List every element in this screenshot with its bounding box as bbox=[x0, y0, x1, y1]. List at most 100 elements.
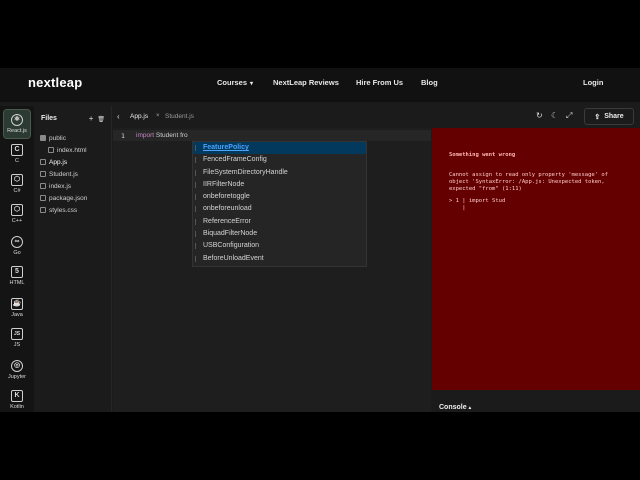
console-text: Console bbox=[439, 404, 467, 411]
error-message: Cannot assign to read only property 'mes… bbox=[449, 172, 608, 192]
suggestion-item[interactable]: BiquadFilterNode bbox=[193, 228, 366, 240]
suggestion-item[interactable]: FeaturePolicy bbox=[193, 142, 366, 155]
error-code-frame: > 1 | import Stud | bbox=[449, 198, 506, 211]
tree-item-index-js[interactable]: index.js bbox=[40, 180, 110, 192]
c-icon: C bbox=[11, 144, 23, 156]
delete-icon[interactable]: 🗑 bbox=[97, 117, 105, 123]
tree-item-label: public bbox=[49, 134, 66, 142]
folder-icon bbox=[40, 135, 46, 141]
lang-label: JS bbox=[13, 342, 21, 348]
lang-cpp[interactable]: ⬡ C++ bbox=[4, 200, 30, 228]
js-icon: JS bbox=[11, 328, 23, 340]
tree-item-app-js[interactable]: App.js bbox=[40, 156, 110, 168]
nav-courses[interactable]: Courses ▾ bbox=[217, 78, 253, 87]
tab-student-js[interactable]: Student.js bbox=[165, 113, 194, 120]
suggestion-item[interactable]: USBConfiguration bbox=[193, 240, 366, 252]
suggestion-item[interactable]: FileSystemDirectoryHandle bbox=[193, 167, 366, 179]
line-number: 1 bbox=[121, 132, 125, 140]
lang-label: HTML bbox=[9, 280, 25, 286]
lang-js[interactable]: JS JS bbox=[4, 324, 30, 352]
tree-item-label: App.js bbox=[49, 158, 68, 166]
file-icon bbox=[40, 207, 46, 213]
top-nav: nextleap Courses ▾ NextLeap Reviews Hire … bbox=[0, 68, 640, 102]
app-window: nextleap Courses ▾ NextLeap Reviews Hire … bbox=[0, 68, 640, 412]
lang-csharp[interactable]: ⬡ C# bbox=[4, 170, 30, 198]
file-icon bbox=[40, 171, 46, 177]
lang-label: C# bbox=[13, 188, 21, 194]
lang-java[interactable]: ☕ Java bbox=[4, 294, 30, 322]
tree-item-student-js[interactable]: Student.js bbox=[40, 168, 110, 180]
tree-item-label: index.js bbox=[49, 182, 72, 190]
nav-blog[interactable]: Blog bbox=[421, 78, 438, 87]
code-editor[interactable]: ‹ App.js × Student.js 1 import Student f… bbox=[113, 106, 431, 412]
console-label: Console ▴ bbox=[439, 404, 471, 411]
theme-toggle-icon[interactable]: ☾ bbox=[551, 111, 558, 120]
lang-label: C++ bbox=[11, 218, 23, 224]
preview-pane: Something went wrong Cannot assign to re… bbox=[432, 128, 640, 390]
nav-reviews[interactable]: NextLeap Reviews bbox=[273, 78, 339, 87]
code-text: Student fro bbox=[154, 132, 188, 139]
html-icon: 5 bbox=[11, 266, 23, 278]
lang-jupyter[interactable]: ◎ Jupyter bbox=[4, 356, 30, 384]
go-icon: ∞ bbox=[11, 236, 23, 248]
tab-app-js[interactable]: App.js bbox=[130, 113, 148, 120]
file-icon bbox=[40, 159, 46, 165]
nav-hire[interactable]: Hire From Us bbox=[356, 78, 403, 87]
java-icon: ☕ bbox=[11, 298, 23, 310]
cpp-icon: ⬡ bbox=[11, 204, 23, 216]
suggestion-item[interactable]: BeforeUnloadEvent bbox=[193, 253, 366, 265]
tree-item-label: package.json bbox=[49, 194, 88, 202]
suggestion-item[interactable]: onbeforetoggle bbox=[193, 191, 366, 203]
editor-tabs: ‹ App.js × Student.js bbox=[113, 106, 431, 128]
preview-toolbar: ↻ ☾ ⤢ ⇪ Share bbox=[432, 106, 640, 128]
share-button[interactable]: ⇪ Share bbox=[584, 108, 634, 125]
suggestion-item[interactable]: onbeforeunload bbox=[193, 203, 366, 215]
tree-item-package-json[interactable]: package.json bbox=[40, 192, 110, 204]
lang-go[interactable]: ∞ Go bbox=[4, 232, 30, 260]
add-file-icon[interactable]: + bbox=[89, 114, 94, 123]
files-title: Files bbox=[41, 115, 57, 122]
lang-html[interactable]: 5 HTML bbox=[4, 262, 30, 290]
screen-frame: nextleap Courses ▾ NextLeap Reviews Hire … bbox=[0, 0, 640, 480]
suggestion-item[interactable]: IIRFilterNode bbox=[193, 179, 366, 191]
kotlin-icon: K bbox=[11, 390, 23, 402]
file-icon bbox=[40, 183, 46, 189]
csharp-icon: ⬡ bbox=[11, 174, 23, 186]
language-rail: ⚛ React.js C C ⬡ C# ⬡ C++ ∞ Go 5 HTML ☕ … bbox=[0, 106, 34, 412]
lang-label: Kotlin bbox=[10, 404, 24, 410]
tree-item-styles-css[interactable]: styles.css bbox=[40, 204, 110, 216]
autocomplete-popup: FeaturePolicy FencedFrameConfig FileSyst… bbox=[192, 141, 367, 267]
suggestion-item[interactable]: ReferenceError bbox=[193, 216, 366, 228]
chevron-down-icon: ▾ bbox=[250, 81, 254, 87]
suggestion-label: FeaturePolicy bbox=[203, 144, 249, 151]
suggestion-item[interactable]: FencedFrameConfig bbox=[193, 154, 366, 166]
lang-label: C bbox=[15, 158, 19, 164]
jupyter-icon: ◎ bbox=[11, 360, 23, 372]
lang-label: Jupyter bbox=[7, 374, 27, 380]
logo[interactable]: nextleap bbox=[28, 75, 82, 90]
chevron-up-icon: ▴ bbox=[468, 405, 472, 411]
back-arrow-icon[interactable]: ‹ bbox=[117, 112, 120, 121]
lang-label: React.js bbox=[7, 128, 27, 134]
tree-item-index-html[interactable]: index.html bbox=[40, 144, 110, 156]
refresh-icon[interactable]: ↻ bbox=[536, 111, 543, 120]
code-keyword: import bbox=[136, 132, 155, 139]
expand-icon[interactable]: ⤢ bbox=[566, 111, 572, 121]
file-icon bbox=[40, 195, 46, 201]
tree-item-label: Student.js bbox=[49, 170, 78, 178]
lang-c[interactable]: C C bbox=[4, 140, 30, 168]
nav-login[interactable]: Login bbox=[583, 78, 603, 87]
lang-react[interactable]: ⚛ React.js bbox=[3, 109, 31, 139]
console-bar[interactable]: Console ▴ bbox=[432, 402, 640, 412]
react-icon: ⚛ bbox=[11, 114, 23, 126]
files-panel: Files + 🗑 public index.html App.js Studen… bbox=[34, 106, 112, 412]
lang-label: Java bbox=[11, 312, 23, 318]
code-line-1[interactable]: import Student fro bbox=[136, 132, 188, 139]
lang-kotlin[interactable]: K Kotlin bbox=[4, 386, 30, 412]
tree-item-public[interactable]: public bbox=[40, 132, 110, 144]
close-icon[interactable]: × bbox=[156, 113, 160, 119]
lang-label: Go bbox=[13, 250, 21, 256]
share-icon: ⇪ bbox=[594, 113, 601, 121]
file-icon bbox=[48, 147, 54, 153]
tree-item-label: index.html bbox=[57, 146, 87, 154]
